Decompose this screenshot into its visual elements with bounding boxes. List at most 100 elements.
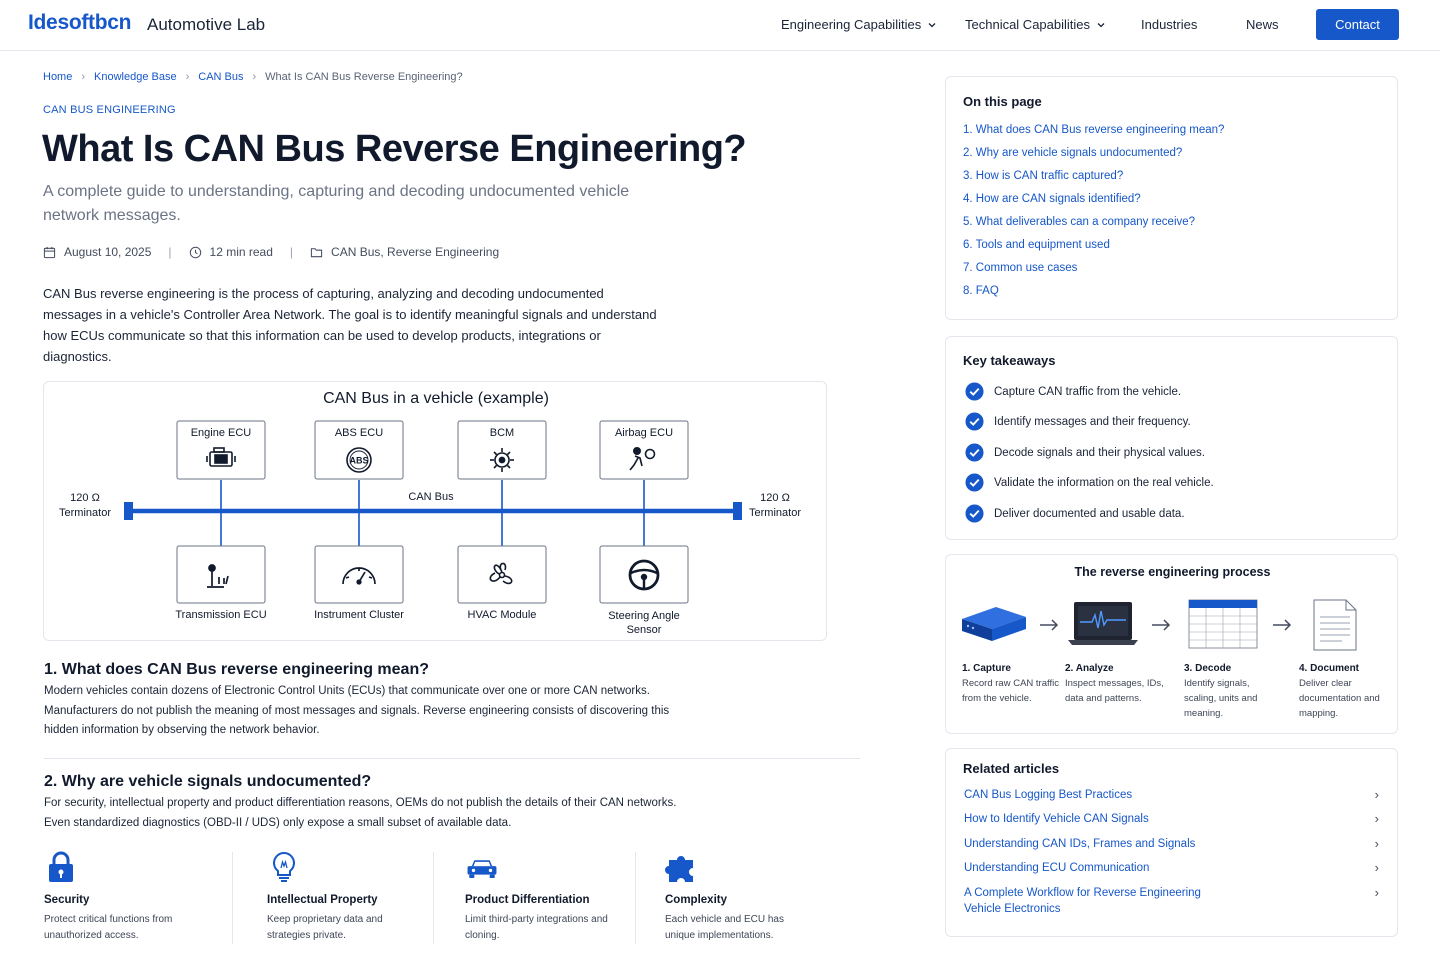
chevron-right-icon: › <box>1374 860 1379 875</box>
feature-desc: Keep proprietary data and strategies pri… <box>267 914 383 941</box>
ecu-label-steering-sensor: Steering Angle Sensor <box>608 610 680 636</box>
ecu-box-instrument-cluster <box>314 545 404 604</box>
nav-engineering-capabilities[interactable]: Engineering Capabilities <box>781 17 937 32</box>
meta-read-time: 12 min read <box>189 245 273 259</box>
chevron-right-icon: › <box>81 71 86 83</box>
related-title: Related articles <box>963 761 1060 776</box>
check-circle-icon <box>965 473 984 492</box>
feature-complexity: Complexity Each vehicle and ECU has uniq… <box>665 850 784 946</box>
takeaway-item: Capture CAN traffic from the vehicle. <box>965 382 1181 401</box>
section-body-1: Modern vehicles contain dozens of Electr… <box>44 685 670 736</box>
ecu-label-engine: Engine ECU <box>190 427 252 439</box>
process-step-capture: 1. Capture Record raw CAN traffic from t… <box>962 663 1059 704</box>
ecu-label-hvac: HVAC Module <box>467 609 537 621</box>
breadcrumb-knowledge-base[interactable]: Knowledge Base <box>94 71 177 83</box>
check-circle-icon <box>965 412 984 431</box>
can-bus-wiring: ABS <box>124 420 742 604</box>
terminator-left-block <box>124 502 133 520</box>
signal-table-icon <box>1188 599 1258 649</box>
related-article-link[interactable]: Understanding CAN IDs, Frames and Signal… <box>964 836 1379 852</box>
toc-item[interactable]: 4. How are CAN signals identified? <box>963 193 1141 205</box>
nav-industries[interactable]: Industries <box>1141 17 1197 32</box>
ecu-label-transmission: Transmission ECU <box>175 609 267 621</box>
meta-tags: CAN Bus, Reverse Engineering <box>310 245 499 259</box>
nav-news[interactable]: News <box>1246 17 1279 32</box>
breadcrumb-home[interactable]: Home <box>43 71 72 83</box>
toc-item[interactable]: 3. How is CAN traffic captured? <box>963 170 1123 182</box>
related-article-link[interactable]: Understanding ECU Communication › <box>964 860 1379 876</box>
takeaway-item: Validate the information on the real veh… <box>965 473 1214 492</box>
check-circle-icon <box>965 443 984 462</box>
breadcrumb: Home › Knowledge Base › CAN Bus › What I… <box>43 71 463 83</box>
ecu-label-instrument-cluster: Instrument Cluster <box>314 609 404 621</box>
breadcrumb-current: What Is CAN Bus Reverse Engineering? <box>265 71 463 83</box>
takeaway-item: Decode signals and their physical values… <box>965 443 1205 462</box>
feature-desc: Each vehicle and ECU has unique implemen… <box>665 914 784 941</box>
chevron-right-icon: › <box>185 71 190 83</box>
breadcrumb-can-bus[interactable]: CAN Bus <box>198 71 243 83</box>
chevron-right-icon: › <box>1374 885 1379 900</box>
article-intro: CAN Bus reverse engineering is the proce… <box>43 286 657 364</box>
takeaways-title: Key takeaways <box>963 353 1056 368</box>
chevron-right-icon: › <box>252 71 257 83</box>
related-article-link[interactable]: A Complete Workflow for Reverse Engineer… <box>964 885 1379 917</box>
ecu-label-abs: ABS ECU <box>334 427 384 439</box>
feature-intellectual-property: Intellectual Property Keep proprietary d… <box>267 850 383 946</box>
toc-item[interactable]: 2. Why are vehicle signals undocumented? <box>963 147 1182 159</box>
site-logo-subtitle: Automotive Lab <box>147 15 266 34</box>
ecu-box-transmission <box>176 545 266 604</box>
document-icon <box>1313 599 1357 651</box>
terminator-left-label: 120 Ω Terminator <box>59 492 111 519</box>
can-bus-label: CAN Bus <box>408 491 454 503</box>
toc-item[interactable]: 8. FAQ <box>963 285 999 297</box>
process-step-document: 4. Document Deliver clear documentation … <box>1299 663 1380 719</box>
article-subtitle: A complete guide to understanding, captu… <box>43 183 630 224</box>
page-title: What Is CAN Bus Reverse Engineering? <box>42 128 747 170</box>
related-article-link[interactable]: CAN Bus Logging Best Practices › <box>964 787 1379 803</box>
lightbulb-icon <box>273 851 295 882</box>
feature-title: Security <box>44 894 90 906</box>
feature-desc: Protect critical functions from unauthor… <box>44 914 173 941</box>
capture-device-icon <box>962 607 1026 641</box>
ecu-box-hvac <box>457 545 547 604</box>
takeaways-card: Key takeaways Capture CAN traffic from t… <box>945 336 1398 540</box>
contact-button[interactable]: Contact <box>1316 9 1399 40</box>
toc-item[interactable]: 1. What does CAN Bus reverse engineering… <box>963 124 1224 136</box>
ecu-label-airbag: Airbag ECU <box>614 427 674 439</box>
meta-date: August 10, 2025 <box>43 245 151 259</box>
section-heading-2: 2. Why are vehicle signals undocumented? <box>44 773 372 790</box>
section-divider <box>44 758 860 759</box>
feature-title: Product Differentiation <box>465 894 590 906</box>
ecu-label-bcm: BCM <box>489 427 515 439</box>
terminator-right-label: 120 Ω Terminator <box>749 492 801 519</box>
section-heading-1: 1. What does CAN Bus reverse engineering… <box>44 661 429 678</box>
chevron-right-icon: › <box>1374 787 1379 802</box>
takeaway-item: Deliver documented and usable data. <box>965 504 1185 523</box>
toc-item[interactable]: 6. Tools and equipment used <box>963 239 1110 251</box>
nav-technical-capabilities[interactable]: Technical Capabilities <box>965 17 1106 32</box>
related-articles-card: Related articles CAN Bus Logging Best Pr… <box>945 748 1398 937</box>
chevron-down-icon <box>928 22 936 27</box>
toc-item[interactable]: 5. What deliverables can a company recei… <box>963 216 1195 228</box>
site-header: Idesoftbcn Automotive Lab Engineering Ca… <box>0 0 1440 51</box>
feature-title: Complexity <box>665 894 727 906</box>
takeaway-item: Identify messages and their frequency. <box>965 412 1191 431</box>
abs-icon-text: ABS <box>349 456 368 466</box>
chevron-right-icon: › <box>1374 811 1379 826</box>
feature-title: Intellectual Property <box>267 894 378 906</box>
toc-title: On this page <box>963 94 1042 109</box>
arrow-right-icon <box>1273 619 1292 631</box>
check-circle-icon <box>965 504 984 523</box>
process-step-analyze: 2. Analyze Inspect messages, IDs, data a… <box>1065 663 1164 704</box>
lock-icon <box>49 851 73 882</box>
related-article-link[interactable]: How to Identify Vehicle CAN Signals › <box>964 811 1379 827</box>
process-card: The reverse engineering process 1. Captu… <box>945 554 1398 734</box>
chevron-right-icon: › <box>1374 836 1379 851</box>
article-category[interactable]: CAN BUS ENGINEERING <box>43 104 176 116</box>
laptop-icon <box>1068 602 1138 645</box>
calendar-icon <box>43 246 56 258</box>
clock-icon <box>189 246 201 258</box>
toc-item[interactable]: 7. Common use cases <box>963 262 1077 274</box>
site-logo[interactable]: Idesoftbcn <box>28 11 131 35</box>
folder-icon <box>310 247 323 257</box>
